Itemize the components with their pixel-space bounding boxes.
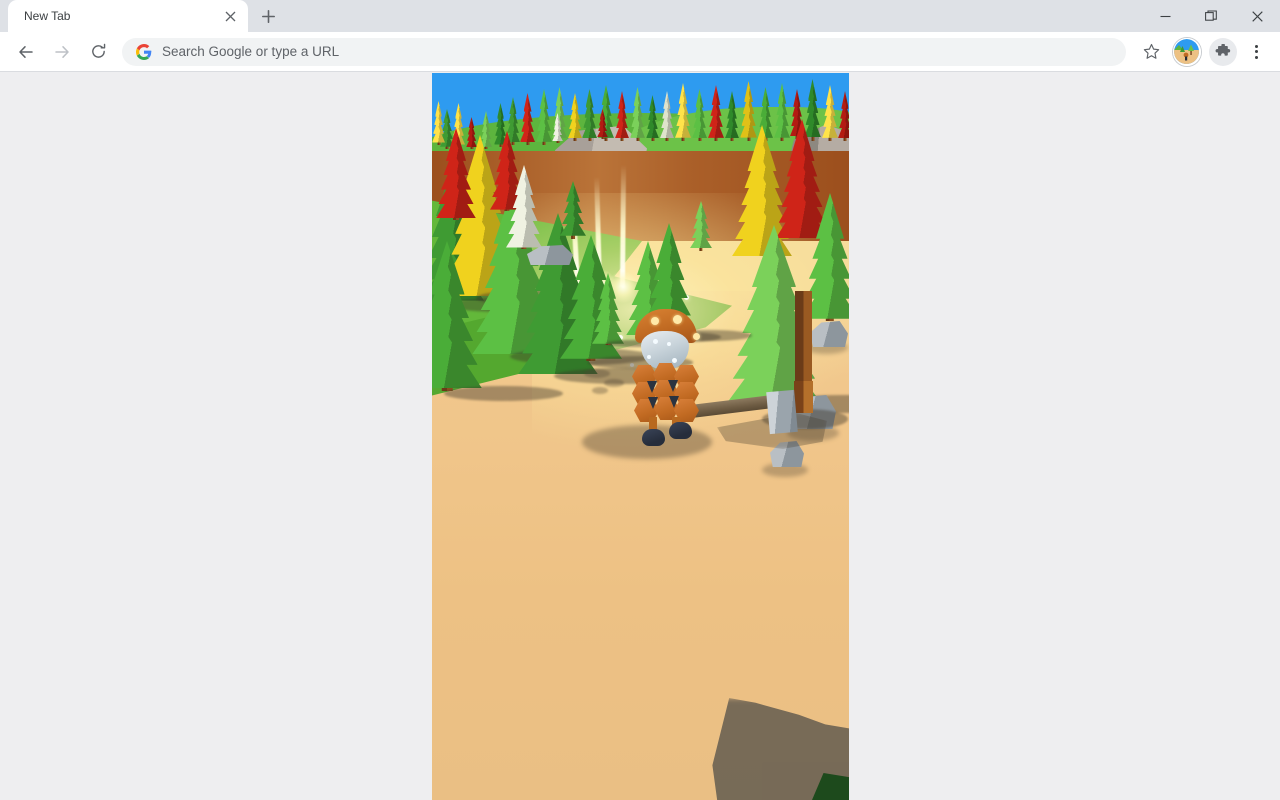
tree-canopy-tier bbox=[692, 119, 707, 139]
back-button-icon[interactable] bbox=[10, 36, 42, 68]
tree bbox=[615, 91, 629, 141]
extensions-puzzle-icon[interactable] bbox=[1209, 37, 1237, 66]
face-light-dot bbox=[667, 342, 671, 346]
character-boot bbox=[642, 429, 665, 446]
helmet-light-dot bbox=[673, 315, 682, 324]
tree-canopy-tier bbox=[568, 121, 582, 139]
browser-tab[interactable]: New Tab bbox=[8, 0, 248, 32]
tree-canopy-tier bbox=[660, 120, 674, 139]
tree bbox=[582, 89, 597, 141]
tree bbox=[708, 85, 724, 141]
tab-strip: New Tab bbox=[0, 0, 1280, 32]
browser-window: New Tab Search Google or type a URL bbox=[0, 0, 1280, 800]
tree-canopy-tier bbox=[582, 119, 597, 139]
tree bbox=[506, 165, 542, 249]
helmet-light-dot bbox=[693, 333, 700, 340]
dust-puff bbox=[584, 369, 610, 378]
tree-canopy-tier bbox=[708, 117, 724, 138]
game-canvas[interactable] bbox=[432, 73, 849, 800]
tree bbox=[690, 201, 712, 251]
tree bbox=[660, 91, 674, 141]
armor-spike bbox=[648, 397, 658, 409]
minimize-window-icon[interactable] bbox=[1142, 0, 1188, 32]
tree-canopy-tier bbox=[597, 126, 608, 138]
maximize-window-icon[interactable] bbox=[1188, 0, 1234, 32]
dust-puff bbox=[604, 379, 624, 387]
tree bbox=[568, 93, 582, 141]
reload-button-icon[interactable] bbox=[82, 36, 114, 68]
tree-canopy-tier bbox=[690, 230, 712, 249]
tab-title: New Tab bbox=[24, 9, 71, 23]
armor-spike bbox=[668, 380, 678, 392]
tab-strip-empty-area bbox=[282, 0, 1280, 32]
tree bbox=[560, 181, 586, 239]
character-armor bbox=[632, 363, 700, 422]
address-bar[interactable]: Search Google or type a URL bbox=[122, 37, 1126, 66]
tree-canopy-tier bbox=[560, 215, 586, 236]
helmet-light-dot bbox=[651, 317, 659, 325]
tree bbox=[597, 109, 608, 139]
close-window-icon[interactable] bbox=[1234, 0, 1280, 32]
address-bar-placeholder: Search Google or type a URL bbox=[162, 44, 340, 59]
tree bbox=[838, 91, 849, 141]
window-controls bbox=[1142, 0, 1280, 32]
tree-shadow bbox=[443, 386, 563, 401]
page-content-area bbox=[0, 73, 1280, 800]
wooden-post-base bbox=[794, 381, 813, 413]
tree bbox=[436, 128, 476, 220]
tree-canopy-tier bbox=[646, 121, 659, 139]
tree bbox=[536, 89, 552, 145]
forward-button-icon[interactable] bbox=[46, 36, 78, 68]
tree bbox=[592, 273, 624, 345]
bookmark-star-icon[interactable] bbox=[1137, 38, 1165, 66]
tree-canopy-tier bbox=[675, 117, 691, 138]
google-g-icon bbox=[136, 43, 152, 60]
tree bbox=[646, 95, 659, 141]
tree bbox=[630, 87, 645, 141]
armor-spike bbox=[647, 381, 657, 393]
dust-puff bbox=[592, 387, 608, 394]
face-light-dot bbox=[647, 355, 651, 359]
character-boot bbox=[669, 422, 692, 439]
tree-canopy-tier bbox=[552, 130, 563, 142]
browser-toolbar: Search Google or type a URL bbox=[0, 32, 1280, 72]
hammer-head bbox=[766, 389, 798, 435]
tree bbox=[675, 83, 691, 141]
three-dot-menu-icon[interactable] bbox=[1242, 38, 1270, 66]
tree-canopy-tier bbox=[536, 121, 552, 142]
face-light-dot bbox=[653, 339, 658, 344]
tree-canopy-tier bbox=[615, 120, 629, 139]
armor-spike bbox=[669, 396, 679, 408]
profile-avatar[interactable] bbox=[1173, 37, 1201, 66]
tab-close-icon[interactable] bbox=[220, 6, 240, 26]
tree bbox=[692, 89, 707, 141]
tree-canopy-tier bbox=[630, 118, 645, 138]
player-character[interactable] bbox=[629, 309, 827, 449]
new-tab-button[interactable] bbox=[254, 2, 282, 30]
tree bbox=[552, 113, 563, 143]
